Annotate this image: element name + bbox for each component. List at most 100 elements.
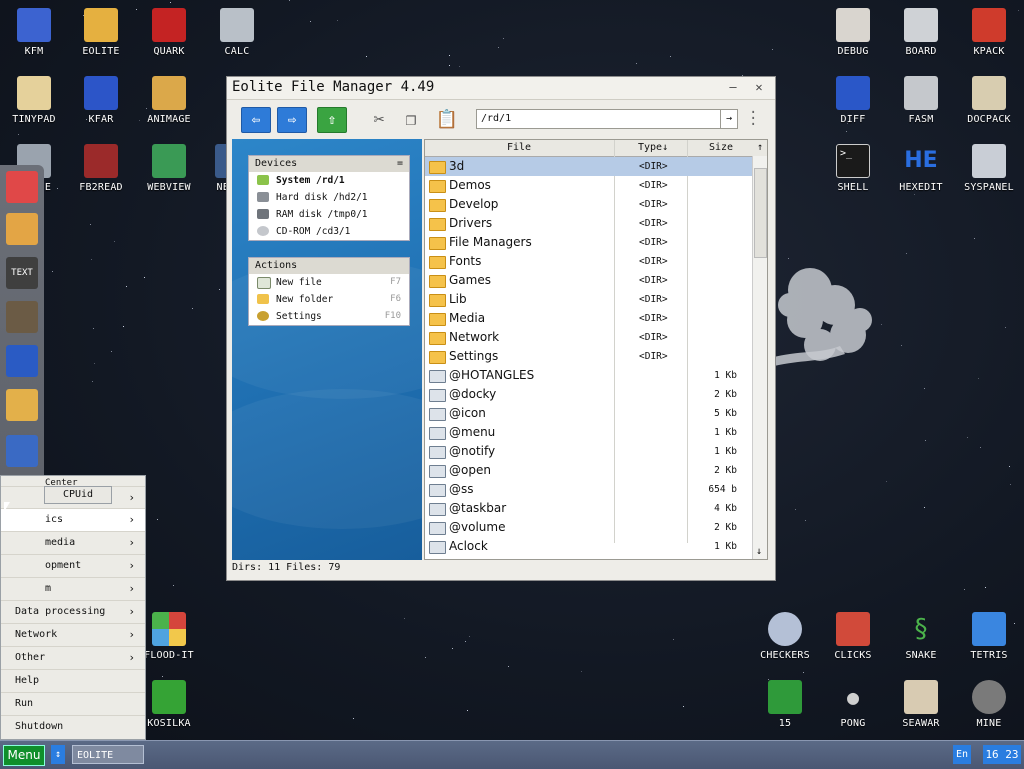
- desktop-icon-shell[interactable]: >_ SHELL: [821, 144, 885, 193]
- desktop-icon-docpack[interactable]: DOCPACK: [957, 76, 1021, 125]
- text-icon[interactable]: TEXT: [6, 257, 38, 289]
- desktop-icon-clicks[interactable]: CLICKS: [821, 612, 885, 661]
- desktop-icon-tetris[interactable]: TETRIS: [957, 612, 1021, 661]
- folder-icon: [429, 332, 446, 345]
- desktop-icon-kfm[interactable]: KFM: [2, 8, 66, 57]
- desktop-icon-seawar[interactable]: SEAWAR: [889, 680, 953, 729]
- taskbar-task-eolite[interactable]: EOLITE: [72, 745, 144, 764]
- back-button[interactable]: ⇦: [241, 107, 271, 133]
- irc-icon[interactable]: [6, 171, 38, 203]
- desktop-icon-diff[interactable]: DIFF: [821, 76, 885, 125]
- desktop-icon-fasm[interactable]: FASM: [889, 76, 953, 125]
- scrollbar-thumb[interactable]: [754, 168, 767, 258]
- start-menu-item-other[interactable]: Other ›: [1, 647, 145, 670]
- desktop-icon-checkers[interactable]: CHECKERS: [753, 612, 817, 661]
- desktop-icon-flood-it[interactable]: FLOOD-IT: [137, 612, 201, 661]
- more-menu-icon[interactable]: · · ·: [749, 106, 757, 132]
- desktop-icon-kosilka[interactable]: KOSILKA: [137, 680, 201, 729]
- desktop-icon-webview[interactable]: WEBVIEW: [137, 144, 201, 193]
- star: [805, 520, 806, 521]
- go-button[interactable]: →: [720, 110, 737, 128]
- minimize-button[interactable]: –: [723, 79, 743, 95]
- desktop-icon-animage[interactable]: ANIMAGE: [137, 76, 201, 125]
- desktop-icon-snake[interactable]: § SNAKE: [889, 612, 953, 661]
- desktop-icon-eolite[interactable]: EOLITE: [69, 8, 133, 57]
- paste-icon[interactable]: 📋: [435, 109, 459, 131]
- file-row[interactable]: Develop <DIR>: [425, 195, 767, 214]
- speaker-icon[interactable]: [6, 301, 38, 333]
- file-row[interactable]: Settings <DIR>: [425, 347, 767, 366]
- image-viewer-icon[interactable]: [6, 389, 38, 421]
- file-row[interactable]: @volume 2 Kb: [425, 518, 767, 537]
- device-item-hard-disk[interactable]: Hard disk /hd2/1: [249, 189, 409, 206]
- start-menu-item[interactable]: opment ›: [1, 555, 145, 578]
- file-row[interactable]: 3d <DIR>: [425, 157, 767, 176]
- file-row[interactable]: Demos <DIR>: [425, 176, 767, 195]
- start-menu-item-shutdown[interactable]: Shutdown: [1, 716, 145, 738]
- file-row[interactable]: Lib <DIR>: [425, 290, 767, 309]
- file-row[interactable]: Fonts <DIR>: [425, 252, 767, 271]
- file-row[interactable]: Media <DIR>: [425, 309, 767, 328]
- desktop-icon-hexedit[interactable]: HE HEXEDIT: [889, 144, 953, 193]
- close-button[interactable]: ✕: [749, 79, 769, 95]
- file-row[interactable]: @menu 1 Kb: [425, 423, 767, 442]
- devices-menu-icon[interactable]: =: [397, 156, 403, 172]
- start-menu-item-help[interactable]: Help: [1, 670, 145, 693]
- start-menu-item-run[interactable]: Run: [1, 693, 145, 716]
- cut-icon[interactable]: ✂: [367, 109, 391, 131]
- action-new-folder[interactable]: New folder F6: [249, 291, 409, 308]
- column-header-type[interactable]: Type↓: [638, 140, 668, 156]
- file-row[interactable]: @open 2 Kb: [425, 461, 767, 480]
- path-input[interactable]: /rd/1 →: [476, 109, 738, 129]
- file-row[interactable]: Network <DIR>: [425, 328, 767, 347]
- start-menu-item[interactable]: media ›: [1, 532, 145, 555]
- file-row[interactable]: File Managers <DIR>: [425, 233, 767, 252]
- file-row[interactable]: @HOTANGLES 1 Kb: [425, 366, 767, 385]
- desktop-icon-15[interactable]: 15: [753, 680, 817, 729]
- start-menu-item[interactable]: m ›: [1, 578, 145, 601]
- desktop-icon-tinypad[interactable]: TINYPAD: [2, 76, 66, 125]
- device-item-cd-rom[interactable]: CD-ROM /cd3/1: [249, 223, 409, 240]
- up-button[interactable]: ⇧: [317, 107, 347, 133]
- desktop-icon-calc[interactable]: CALC: [205, 8, 269, 57]
- scroll-up-button[interactable]: ↑: [757, 140, 763, 156]
- midi-player-icon[interactable]: [6, 345, 38, 377]
- file-row[interactable]: Aclock 1 Kb: [425, 537, 767, 556]
- file-row[interactable]: @docky 2 Kb: [425, 385, 767, 404]
- start-menu-item-network[interactable]: Network ›: [1, 624, 145, 647]
- clock[interactable]: 16 23: [983, 745, 1021, 764]
- up-down-arrows-icon[interactable]: ↕: [51, 745, 65, 764]
- desktop-icon-kfar[interactable]: KFAR: [69, 76, 133, 125]
- file-row[interactable]: @ss 654 b: [425, 480, 767, 499]
- desktop-icon-mine[interactable]: MINE: [957, 680, 1021, 729]
- desktop-icon-board[interactable]: BOARD: [889, 8, 953, 57]
- desktop-icon-pong[interactable]: ● PONG: [821, 680, 885, 729]
- hardware-icon[interactable]: [6, 435, 38, 467]
- file-row[interactable]: Drivers <DIR>: [425, 214, 767, 233]
- column-header-size[interactable]: Size: [709, 140, 733, 156]
- window-titlebar[interactable]: Eolite File Manager 4.49 – ✕: [227, 77, 775, 100]
- package-icon[interactable]: [6, 213, 38, 245]
- desktop-icon-debug[interactable]: DEBUG: [821, 8, 885, 57]
- menu-button[interactable]: Menu: [3, 745, 45, 766]
- action-new-file[interactable]: New file F7: [249, 274, 409, 291]
- copy-icon[interactable]: ❐: [399, 109, 423, 131]
- vertical-scrollbar[interactable]: ↓: [752, 156, 767, 559]
- column-header-file[interactable]: File: [507, 140, 531, 156]
- file-row[interactable]: @icon 5 Kb: [425, 404, 767, 423]
- file-row[interactable]: @notify 1 Kb: [425, 442, 767, 461]
- device-item-system[interactable]: System /rd/1: [249, 172, 409, 189]
- file-row[interactable]: Games <DIR>: [425, 271, 767, 290]
- language-indicator[interactable]: En: [953, 745, 971, 764]
- desktop-icon-kpack[interactable]: KPACK: [957, 8, 1021, 57]
- desktop-icon-syspanel[interactable]: SYSPANEL: [957, 144, 1021, 193]
- device-item-ram-disk[interactable]: RAM disk /tmp0/1: [249, 206, 409, 223]
- start-menu-item[interactable]: ics ›: [1, 509, 145, 532]
- desktop-icon-fb2read[interactable]: FB2READ: [69, 144, 133, 193]
- forward-button[interactable]: ⇨: [277, 107, 307, 133]
- scroll-down-button[interactable]: ↓: [756, 546, 762, 557]
- file-row[interactable]: @taskbar 4 Kb: [425, 499, 767, 518]
- desktop-icon-quark[interactable]: QUARK: [137, 8, 201, 57]
- action-settings[interactable]: Settings F10: [249, 308, 409, 325]
- start-menu-item-data-processing[interactable]: Data processing ›: [1, 601, 145, 624]
